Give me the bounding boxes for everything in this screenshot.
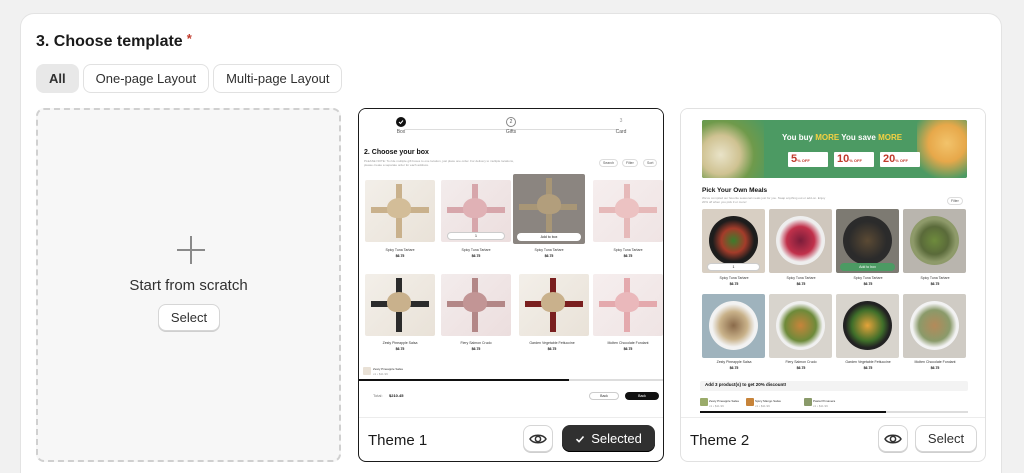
stepper: Box 2 Gifts 3 Card [359,117,663,139]
theme-2-footer: Theme 2 Select [681,417,985,461]
section-title: 3. Choose template * [36,31,192,51]
filter-multi-page-layout[interactable]: Multi-page Layout [213,64,343,93]
search-pill: Search [599,159,619,167]
theme-2-preview-button[interactable] [878,425,908,452]
product-thumb [365,180,435,242]
layout-filter-tabs: All One-page Layout Multi-page Layout [36,64,343,93]
preview-note: PLEASE NOTE: To ride multiple gift boxes… [364,159,514,167]
theme-1-preview-button[interactable] [523,425,553,452]
section-title-text: 3. Choose template [36,33,183,50]
eye-icon [529,434,547,443]
theme-1-footer: Theme 1 Selected [359,417,663,461]
scratch-select-button[interactable]: Select [158,304,220,331]
product-thumb: 1 [441,180,511,242]
step-box: Box [386,117,416,135]
filter-pill: Filter [947,197,963,205]
required-mark: * [186,31,192,46]
product-thumb [593,180,663,242]
theme-2-select-button[interactable]: Select [915,425,977,452]
preview-heading: 2. Choose your box [364,149,429,156]
preview-back-button: Back [589,392,619,400]
filter-one-page-layout[interactable]: One-page Layout [82,64,210,93]
filter-all[interactable]: All [36,64,79,93]
product-thumb [593,274,663,336]
theme-2-preview: You buy MORE You save MORE 5% OFF 10% OF… [681,109,985,416]
scratch-label: Start from scratch [129,277,248,294]
template-section: 3. Choose template * All One-page Layout … [20,13,1002,473]
step-gifts: 2 Gifts [505,117,517,135]
product-thumb-hover: Add to box [513,174,585,244]
start-from-scratch-card[interactable]: Start from scratch Select [36,108,341,462]
theme-1-name: Theme 1 [368,432,428,449]
product-thumb [441,274,511,336]
plus-icon [177,236,205,264]
preview-heading: Pick Your Own Meals [702,187,768,194]
theme-1-selected-button[interactable]: Selected [562,425,655,452]
checkmark-icon [576,435,585,443]
theme-1-preview: Box 2 Gifts 3 Card 2. Choose your box PL… [359,109,663,416]
theme-2-card[interactable]: You buy MORE You save MORE 5% OFF 10% OF… [680,108,986,462]
promo-banner: You buy MORE You save MORE 5% OFF 10% OF… [702,120,967,178]
preview-next-button: Back [625,392,659,400]
eye-icon [884,434,902,443]
product-thumb [365,274,435,336]
preview-note: We've compiled our favorite seasonal mea… [702,196,826,204]
product-thumb [519,274,589,336]
theme-1-card[interactable]: Box 2 Gifts 3 Card 2. Choose your box PL… [358,108,664,462]
promo-message: Add 3 product(s) to get 20% discount! [705,382,787,387]
sort-pill: Sort [643,159,658,167]
filter-pill: Filter [622,159,638,167]
theme-2-name: Theme 2 [690,432,750,449]
step-card: 3 Card [615,118,627,135]
